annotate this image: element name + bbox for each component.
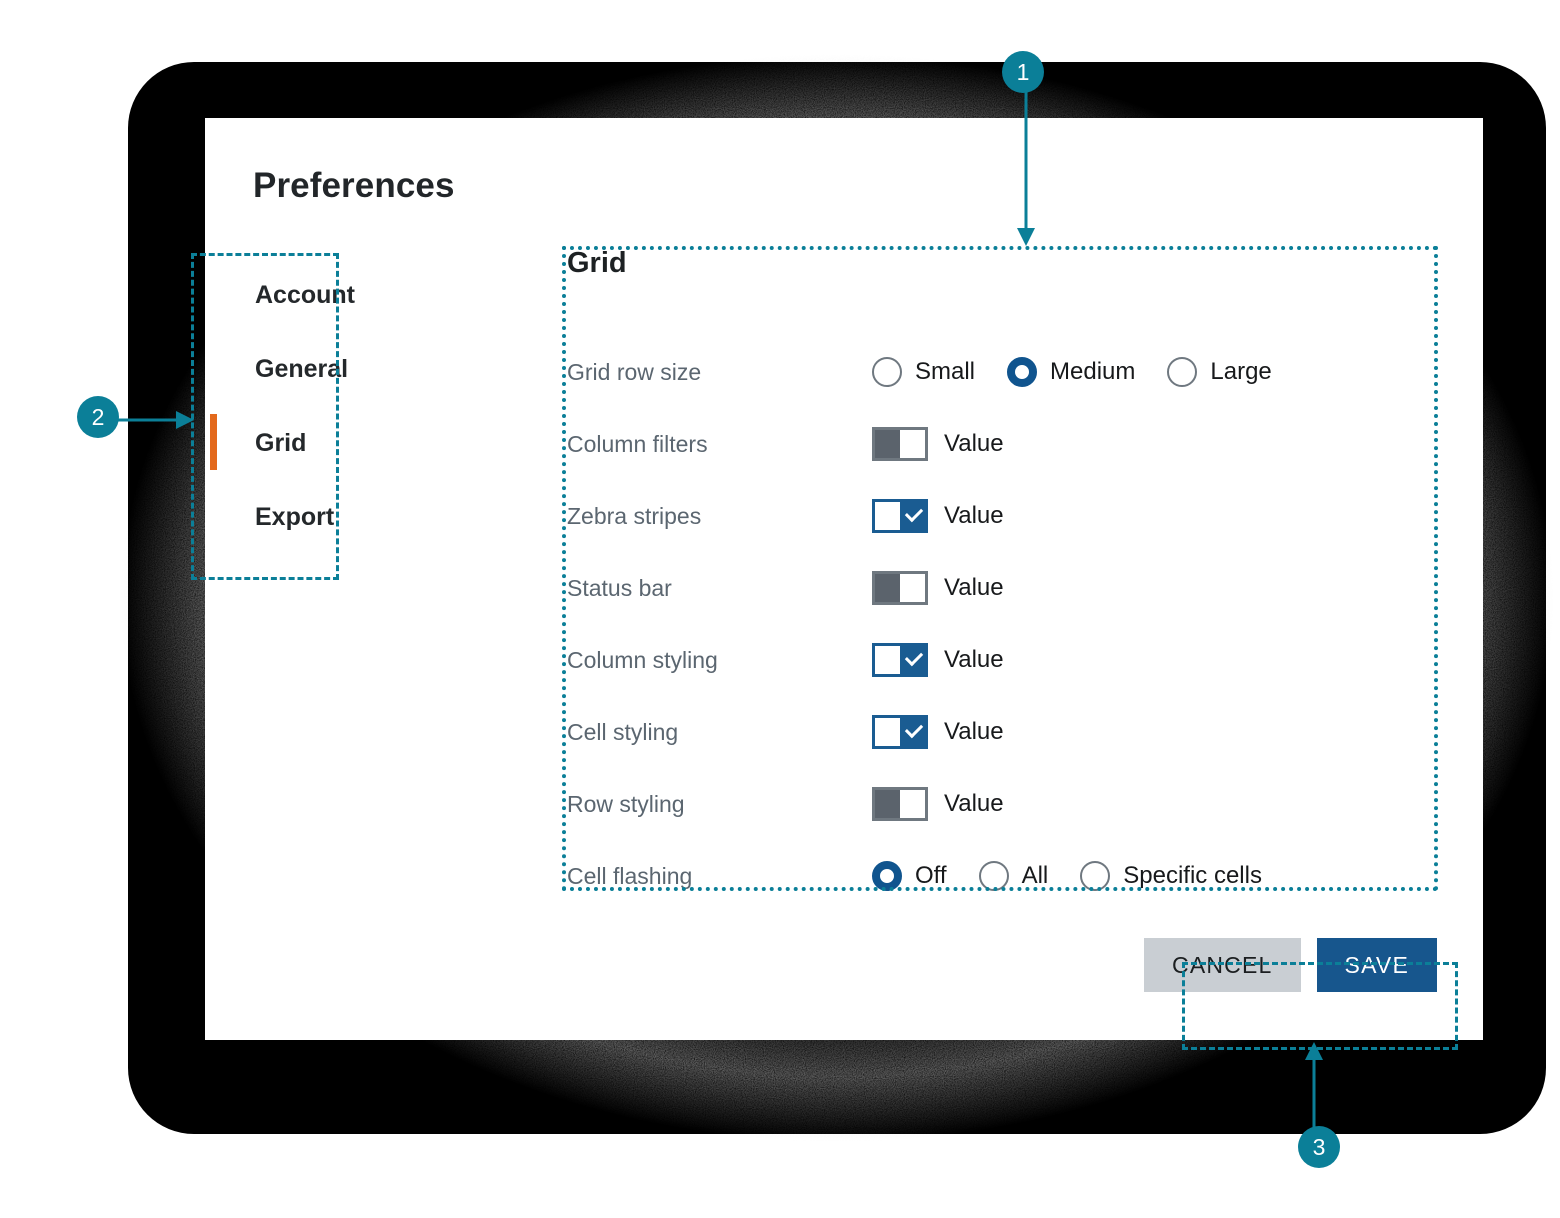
annotation-leader-line-1 xyxy=(1017,90,1035,246)
annotation-badge-1[interactable]: 1 xyxy=(1002,51,1044,93)
annotation-badge-2[interactable]: 2 xyxy=(77,396,119,438)
annotation-highlight-box-1 xyxy=(562,246,1438,891)
page-title: Preferences xyxy=(253,166,455,205)
annotation-badge-3[interactable]: 3 xyxy=(1298,1126,1340,1168)
annotation-highlight-box-2 xyxy=(191,253,339,580)
annotation-highlight-box-3 xyxy=(1182,962,1458,1050)
annotation-leader-line-2 xyxy=(112,411,194,429)
